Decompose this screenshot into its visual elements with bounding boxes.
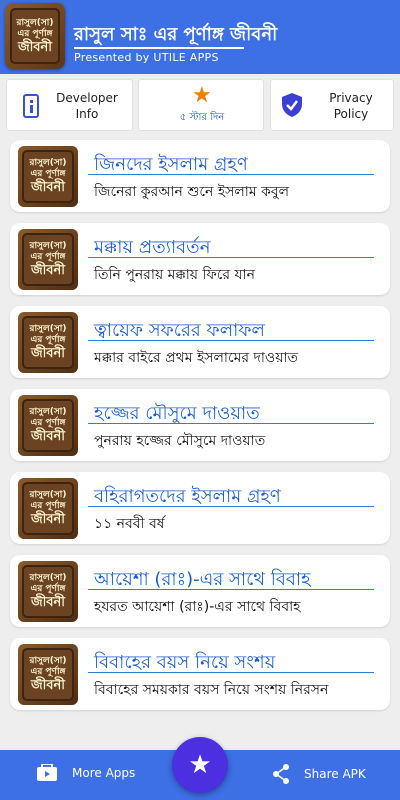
rate-fab-button[interactable]: ★ [172,737,228,793]
chapter-card[interactable]: রাসুল(সা) এর পূর্ণাঙ্গ জীবনী ত্বায়েফ সফরের… [10,306,390,378]
info-icon [23,94,39,118]
chapter-card[interactable]: রাসুল(সা) এর পূর্ণাঙ্গ জীবনী আয়েশা (রাঃ)-এ… [10,555,390,627]
developer-info-button[interactable]: Developer Info [6,79,133,131]
chapter-card[interactable]: রাসুল(সা) এর পূর্ণাঙ্গ জীবনী মক্কায় প্রত্য… [10,223,390,295]
action-row: Developer Info ★ ৫ স্টার দিন Privacy Polic… [0,79,400,131]
chapter-title: বিবাহের বয়স নিয়ে সংশয় [94,652,276,673]
chapter-title: আয়েশা (রাঃ)-এর সাথে বিবাহ [94,569,311,590]
divider [88,589,374,590]
chapter-card[interactable]: রাসুল(সা) এর পূর্ণাঙ্গ জীবনী বহিরাগতদের ইসল… [10,472,390,544]
chapter-thumbnail: রাসুল(সা) এর পূর্ণাঙ্গ জীবনী [18,229,78,290]
chapter-title: মক্কায় প্রত্যাবর্তন [94,237,211,258]
share-icon [273,764,289,784]
developer-info-label: Developer Info [56,91,118,121]
divider [88,257,374,258]
chapter-thumbnail: রাসুল(সা) এর পূর্ণাঙ্গ জীবনী [18,146,78,207]
share-apk-label: Share APK [304,767,366,781]
chapter-subtitle: ১১ নববী বর্ষ [94,516,165,532]
chapter-thumbnail: রাসুল(সা) এর পূর্ণাঙ্গ জীবনী [18,478,78,539]
shield-check-icon [282,93,302,117]
chapter-thumbnail: রাসুল(সা) এর পূর্ণাঙ্গ জীবনী [18,561,78,622]
chapter-title: জিনদের ইসলাম গ্রহণ [94,154,248,175]
divider [88,506,374,507]
privacy-policy-button[interactable]: Privacy Policy [270,79,394,131]
share-apk-button[interactable]: Share APK [272,764,366,784]
star-icon: ★ [188,750,212,780]
app-header: রাসুল(সা) এর পূর্ণাঙ্গ জীবনী রাসুল সাঃ এ… [0,0,400,74]
chapter-subtitle: তিনি পুনরায় মক্কায় ফিরে যান [94,267,255,283]
chapter-thumbnail: রাসুল(সা) এর পূর্ণাঙ্গ জীবনী [18,312,78,373]
chapter-card[interactable]: রাসুল(সা) এর পূর্ণাঙ্গ জীবনী হজ্জের মৌসুমে … [10,389,390,461]
chapter-thumbnail: রাসুল(সা) এর পূর্ণাঙ্গ জীবনী [18,644,78,705]
chapter-card[interactable]: রাসুল(সা) এর পূর্ণাঙ্গ জীবনী জিনদের ইসলাম গ… [10,140,390,212]
chapter-subtitle: মক্কার বাইরে প্রথম ইসলামের দাওয়াত [94,350,299,366]
divider [88,174,374,175]
header-subtitle: Presented by UTILE APPS [74,51,219,64]
header-divider [74,47,244,49]
chapter-card[interactable]: রাসুল(সা) এর পূর্ণাঙ্গ জীবনী বিবাহের বয়স ন… [10,638,390,710]
divider [88,340,374,341]
divider [88,423,374,424]
star-icon: ★ [192,83,212,108]
chapter-subtitle: বিবাহের সময়কার বয়স নিয়ে সংশয় নিরসন [94,682,329,698]
more-apps-button[interactable]: More Apps [36,764,135,782]
apps-folder-icon [37,764,57,781]
chapter-title: বহিরাগতদের ইসলাম গ্রহণ [94,486,281,507]
chapter-thumbnail: রাসুল(সা) এর পূর্ণাঙ্গ জীবনী [18,395,78,456]
app-logo: রাসুল(সা) এর পূর্ণাঙ্গ জীবনী [5,3,65,69]
rate-label: ৫ স্টার দিন [179,112,225,123]
divider [88,672,374,673]
chapter-title: হজ্জের মৌসুমে দাওয়াত [94,403,260,424]
more-apps-label: More Apps [72,766,136,780]
chapter-title: ত্বায়েফ সফরের ফলাফল [94,320,265,341]
chapter-subtitle: পুনরায় হজ্জের মৌসুমে দাওয়াত [94,433,266,449]
privacy-policy-label: Privacy Policy [329,91,373,121]
rate-five-star-button[interactable]: ★ ৫ স্টার দিন [138,79,264,131]
chapter-subtitle: জিনেরা কুরআন শুনে ইসলাম কবুল [94,184,290,200]
chapter-subtitle: হযরত আয়েশা (রাঃ)-এর সাথে বিবাহ [94,599,301,615]
